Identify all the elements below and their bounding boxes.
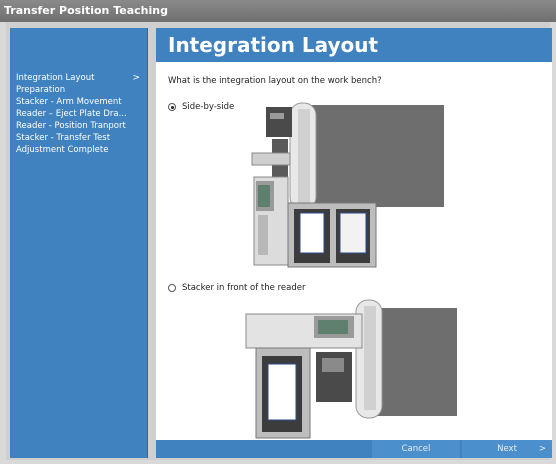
wizard-sidebar: Integration Layout > Preparation Stacker… bbox=[10, 28, 148, 458]
sidebar-item-preparation[interactable]: Preparation bbox=[16, 84, 146, 96]
chevron-right-icon: > bbox=[538, 444, 546, 454]
sidebar-item-integration-layout[interactable]: Integration Layout > bbox=[16, 72, 146, 84]
sidebar-item-adjustment-complete[interactable]: Adjustment Complete bbox=[16, 144, 146, 156]
sidebar-item-stacker-transfer-test[interactable]: Stacker - Transfer Test bbox=[16, 132, 146, 144]
radio-stacker-in-front[interactable] bbox=[168, 284, 176, 292]
next-button[interactable]: Next > bbox=[462, 440, 552, 458]
wizard-footer: Cancel Next > bbox=[156, 440, 552, 458]
sidebar-item-reader-eject-plate[interactable]: Reader – Eject Plate Dra... bbox=[16, 108, 146, 120]
sidebar-item-label: Reader – Eject Plate Dra... bbox=[16, 109, 127, 119]
page-title: Integration Layout bbox=[156, 28, 552, 62]
sidebar-item-label: Adjustment Complete bbox=[16, 145, 109, 155]
chevron-right-icon: > bbox=[132, 73, 140, 83]
side-by-side-illustration bbox=[242, 95, 444, 269]
radio-side-by-side[interactable] bbox=[168, 103, 176, 111]
question-text: What is the integration layout on the wo… bbox=[168, 76, 382, 86]
next-button-label: Next bbox=[497, 444, 517, 454]
cancel-button[interactable]: Cancel bbox=[372, 440, 460, 458]
wizard-steps-list: Integration Layout > Preparation Stacker… bbox=[16, 72, 146, 156]
sidebar-item-label: Stacker - Transfer Test bbox=[16, 133, 111, 143]
sidebar-item-label: Stacker - Arm Movement bbox=[16, 97, 122, 107]
sidebar-item-stacker-arm-movement[interactable]: Stacker - Arm Movement bbox=[16, 96, 146, 108]
sidebar-item-label: Reader - Position Tranport bbox=[16, 121, 126, 131]
option-label: Stacker in front of the reader bbox=[182, 283, 306, 293]
sidebar-item-label: Preparation bbox=[16, 85, 66, 95]
option-label: Side-by-side bbox=[182, 102, 235, 112]
side-by-side-layout-image[interactable] bbox=[242, 95, 444, 269]
option-stacker-in-front[interactable]: Stacker in front of the reader bbox=[168, 283, 305, 293]
stacker-in-front-illustration bbox=[244, 296, 457, 440]
window-title: Transfer Position Teaching bbox=[0, 0, 556, 22]
option-side-by-side[interactable]: Side-by-side bbox=[168, 102, 234, 112]
wizard-content: Integration Layout What is the integrati… bbox=[156, 28, 552, 458]
stacker-in-front-layout-image[interactable] bbox=[244, 296, 457, 440]
sidebar-item-reader-position-transport[interactable]: Reader - Position Tranport bbox=[16, 120, 146, 132]
sidebar-item-label: Integration Layout bbox=[16, 73, 95, 83]
